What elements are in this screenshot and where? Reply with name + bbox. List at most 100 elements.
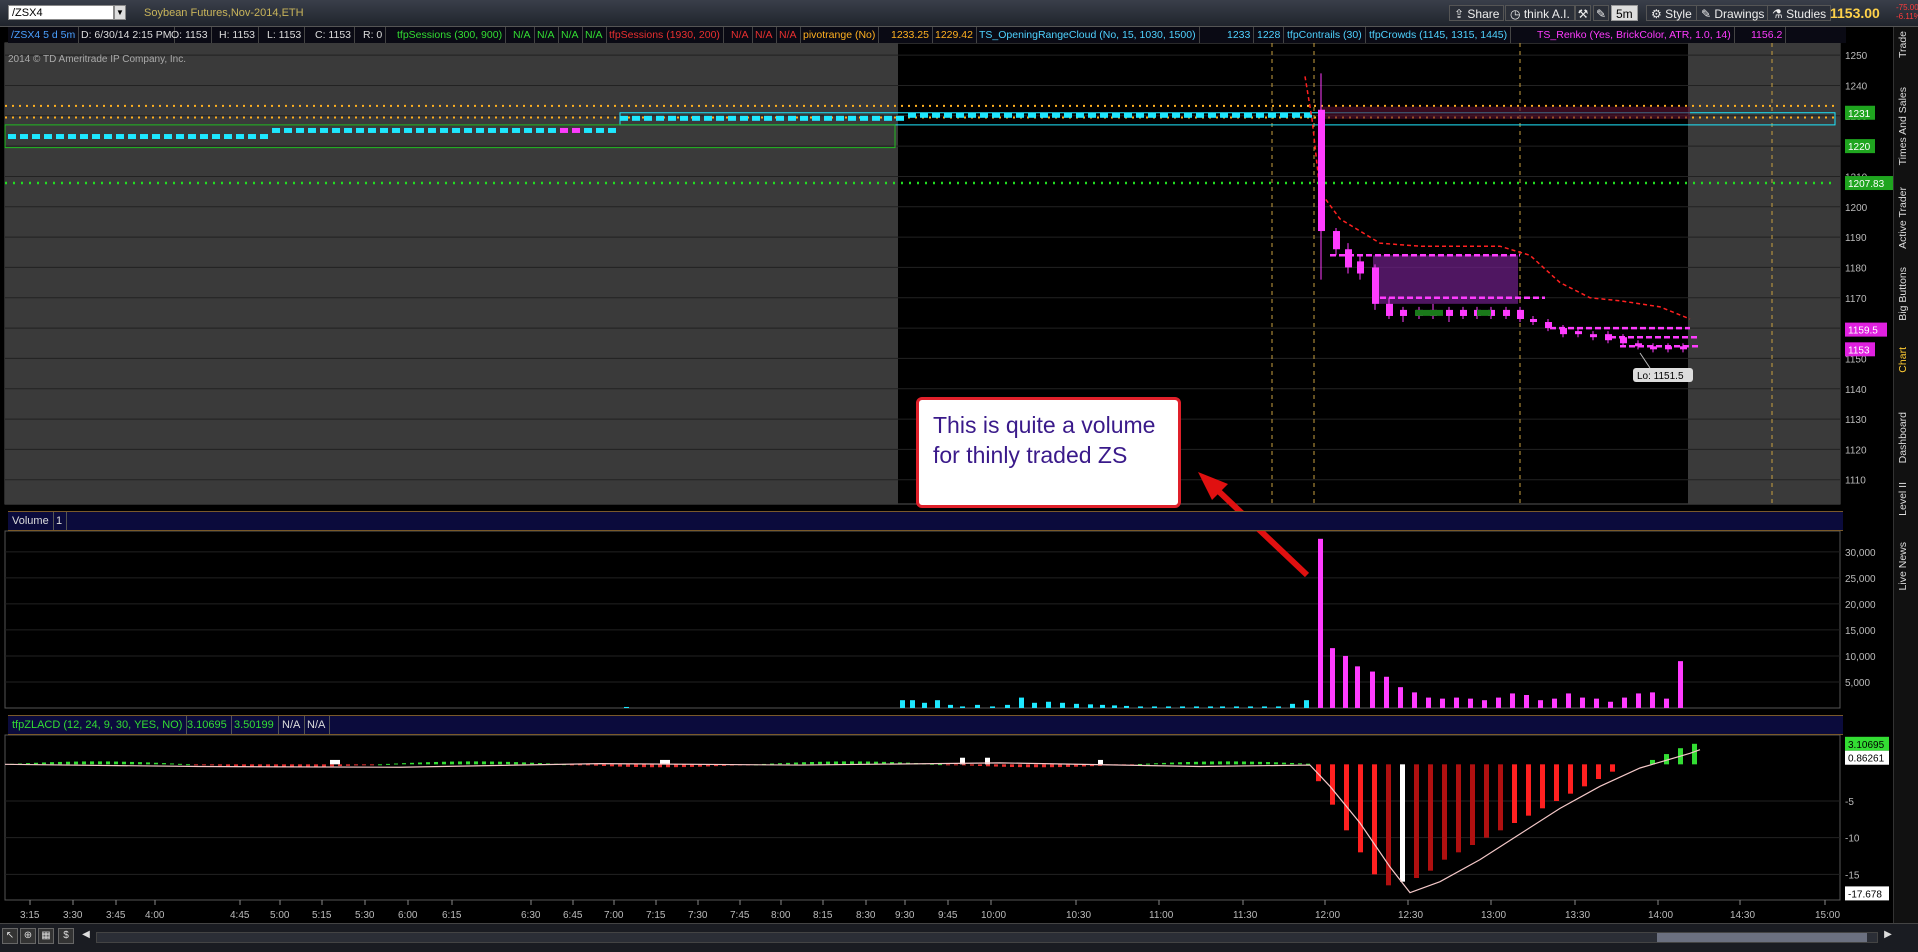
renko-brick [32, 134, 40, 140]
study-legend-item[interactable]: N/A [582, 27, 607, 43]
study-legend-item[interactable]: H: 1153 [216, 27, 259, 43]
volume-bar [1678, 661, 1683, 708]
wrench-icon[interactable]: ✎ [1593, 5, 1609, 21]
drawing-tool-icon[interactable]: ↖ [2, 928, 18, 944]
renko-brick [704, 115, 712, 121]
style-button[interactable]: ⚙ Style [1646, 5, 1697, 21]
zlacd-histogram-bar [810, 761, 814, 765]
study-legend-item[interactable]: 1156.2 [1748, 27, 1787, 43]
price-tick-label: 1170 [1845, 294, 1867, 305]
study-legend-item[interactable]: R: 0 [360, 27, 387, 43]
drawings-button[interactable]: ✎ Drawings [1696, 5, 1770, 21]
study-legend-item[interactable]: TS_Renko (Yes, BrickColor, ATR, 1.0, 14) [1534, 27, 1735, 43]
zlacd-histogram-bar [1242, 761, 1246, 765]
zlacd-histogram-bar [978, 764, 982, 766]
study-legend-item[interactable]: O: 1153 [168, 27, 212, 43]
zlacd-histogram-bar [650, 764, 654, 768]
study-legend-item[interactable]: 1233.25 [888, 27, 933, 43]
side-tab[interactable]: Chart [1897, 347, 1909, 373]
annotation-callout[interactable]: This is quite a volume for thinly traded… [916, 397, 1181, 508]
volume-pane-background [4, 530, 1841, 709]
zlacd-histogram-bar [330, 764, 334, 767]
study-legend-item[interactable]: N/A [510, 27, 535, 43]
scroll-left-icon[interactable]: ◀ [78, 928, 94, 944]
zlacd-histogram-bar [90, 761, 94, 765]
time-tick-label: 10:00 [981, 910, 1006, 921]
zlacd-histogram-bar [322, 764, 326, 767]
zlacd-histogram-bar [234, 764, 238, 767]
renko-brick [680, 115, 688, 121]
think-ai-button[interactable]: ◷ think A.I. [1505, 5, 1575, 21]
renko-brick [824, 115, 832, 121]
zoom-icon[interactable]: ⊕ [20, 928, 36, 944]
study-legend-item[interactable]: tfpContrails (30) [1284, 27, 1366, 43]
scrollbar-track[interactable] [96, 932, 1878, 943]
study-legend-item[interactable]: pivotrange (No) [800, 27, 880, 43]
zlacd-value1: 3.10695 [183, 716, 232, 734]
renko-brick [20, 134, 28, 140]
side-tab[interactable]: Level II [1897, 482, 1909, 516]
chevron-down-icon[interactable]: ▼ [114, 5, 126, 20]
scrollbar-thumb[interactable] [1657, 933, 1867, 942]
zlacd-title[interactable]: tfpZLACD (12, 24, 9, 30, YES, NO) [8, 716, 188, 734]
zlacd-histogram-bar [594, 764, 598, 766]
renko-brick [164, 134, 172, 140]
side-tab[interactable]: Trade [1897, 31, 1909, 58]
volume-bar [1398, 687, 1403, 708]
side-tab[interactable]: Live News [1897, 542, 1909, 590]
zlacd-value2: 3.50199 [230, 716, 279, 734]
scroll-right-icon[interactable]: ▶ [1880, 928, 1896, 944]
tools-icon[interactable]: ⚒ [1575, 5, 1591, 21]
studies-button[interactable]: ⚗ Studies [1767, 5, 1832, 21]
study-legend-item[interactable]: C: 1153 [312, 27, 355, 43]
timeframe-button[interactable]: 5m [1611, 5, 1638, 21]
study-legend-item[interactable]: N/A [558, 27, 583, 43]
study-legend-item[interactable]: N/A [534, 27, 559, 43]
share-button[interactable]: ⇪ Share [1449, 5, 1505, 21]
volume-bar [1074, 703, 1079, 708]
study-legend-item[interactable]: tfpCrowds (1145, 1315, 1445) [1366, 27, 1512, 43]
side-tab[interactable]: Dashboard [1897, 412, 1909, 463]
zlacd-histogram-bar [1554, 764, 1559, 801]
study-legend-item[interactable]: tfpSessions (300, 900) [394, 27, 507, 43]
symbol-input[interactable]: /ZSX4 [8, 5, 114, 20]
price-tick-label: 1110 [1845, 476, 1866, 487]
renko-brick [1172, 112, 1180, 118]
volume-title[interactable]: Volume [8, 512, 54, 530]
renko-brick [980, 112, 988, 118]
study-legend-item[interactable]: D: 6/30/14 2:15 PM [78, 27, 176, 43]
renko-brick [500, 127, 508, 133]
side-tab[interactable]: Big Buttons [1897, 267, 1909, 321]
time-tick-label: 12:00 [1315, 910, 1340, 921]
zlacd-histogram-bar [634, 764, 638, 768]
zlacd-histogram-bar [1018, 764, 1022, 768]
side-tab[interactable]: Times And Sales [1897, 87, 1909, 165]
study-legend-item[interactable]: 1229.42 [932, 27, 977, 43]
volume-bar [1650, 692, 1655, 708]
volume-bar [960, 706, 965, 708]
study-legend-item[interactable]: N/A [728, 27, 753, 43]
dollar-icon[interactable]: $ [58, 928, 74, 944]
zlacd-histogram-bar [522, 762, 526, 765]
study-legend-item[interactable]: N/A [752, 27, 777, 43]
zlacd-histogram-bar [98, 761, 102, 765]
renko-brick [80, 134, 88, 140]
volume-bar [1180, 706, 1185, 708]
volume-bar [1566, 693, 1571, 708]
volume-bar [1355, 666, 1360, 708]
zlacd-histogram-bar [354, 764, 358, 766]
study-legend-item[interactable]: N/A [776, 27, 801, 43]
study-legend-item[interactable]: 1233 [1224, 27, 1255, 43]
zlacd-histogram-bar [386, 763, 390, 765]
study-legend-item[interactable]: tfpSessions (1930, 200) [606, 27, 724, 43]
renko-brick [140, 134, 148, 140]
renko-brick [668, 115, 676, 121]
grid-icon[interactable]: ▦ [38, 928, 54, 944]
volume-tick-label: 10,000 [1845, 652, 1876, 663]
volume-tab[interactable]: 1 [52, 512, 68, 530]
study-legend-item[interactable]: /ZSX4 5 d 5m [8, 27, 80, 43]
study-legend-item[interactable]: TS_OpeningRangeCloud (No, 15, 1030, 1500… [976, 27, 1200, 43]
side-tab[interactable]: Active Trader [1897, 187, 1909, 249]
study-legend-item[interactable]: L: 1153 [264, 27, 306, 43]
study-legend-item[interactable]: 1228 [1254, 27, 1285, 43]
